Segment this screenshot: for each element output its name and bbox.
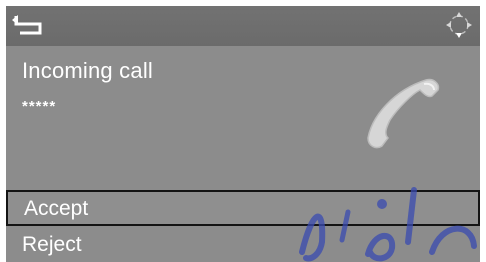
reject-call-button[interactable]: Reject xyxy=(6,228,480,262)
back-button[interactable] xyxy=(10,12,48,38)
accept-call-button[interactable]: Accept xyxy=(6,190,480,226)
top-bar xyxy=(6,6,480,46)
back-arrow-icon xyxy=(12,15,42,35)
controller-navigation-button[interactable] xyxy=(444,10,474,40)
caller-number: ***** xyxy=(22,98,57,115)
incoming-call-screen: Incoming call ***** Accept Reject xyxy=(6,6,480,262)
phone-handset-icon xyxy=(367,78,440,149)
controller-arrows-icon xyxy=(446,12,472,38)
page-title: Incoming call xyxy=(22,58,153,83)
